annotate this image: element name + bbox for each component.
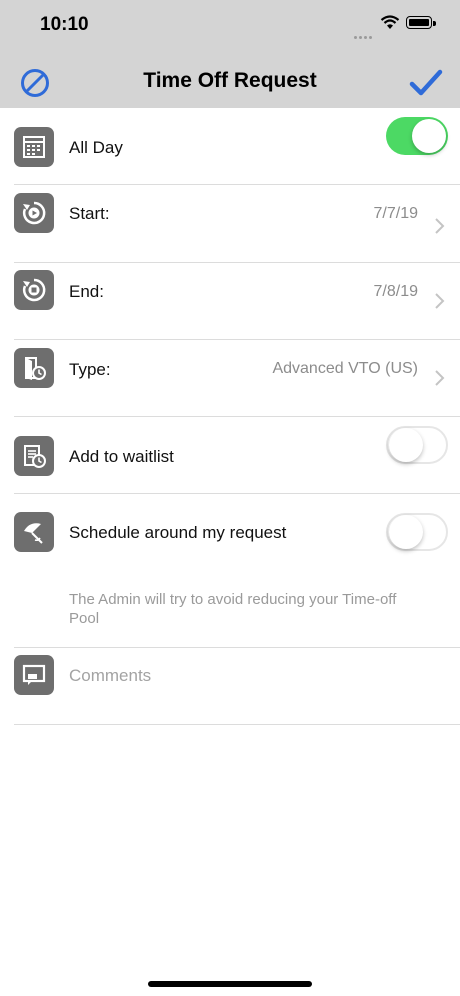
end-label: End: (69, 282, 104, 301)
calendar-icon (14, 127, 54, 167)
all-day-label: All Day (69, 138, 123, 157)
door-clock-icon (14, 348, 54, 388)
comment-icon (14, 655, 54, 695)
end-value: 7/8/19 (373, 283, 418, 300)
chevron-right-icon (435, 370, 445, 386)
chevron-right-icon (435, 218, 445, 234)
play-clock-icon (14, 193, 54, 233)
comments-input[interactable]: Comments (69, 666, 151, 686)
checkmark-icon (409, 69, 443, 96)
type-label: Type: (69, 360, 111, 379)
stop-clock-icon (14, 270, 54, 310)
all-day-toggle[interactable] (386, 117, 448, 155)
wifi-icon (380, 15, 400, 29)
start-value: 7/7/19 (373, 205, 418, 222)
status-time: 10:10 (40, 14, 89, 35)
row-schedule-around: Schedule around my request (0, 494, 460, 570)
row-end[interactable]: End: 7/8/19 (0, 263, 460, 339)
confirm-button[interactable] (408, 66, 444, 100)
start-label: Start: (69, 204, 110, 223)
signal-icon (354, 26, 376, 39)
row-comments (0, 648, 460, 724)
battery-icon (406, 16, 436, 29)
navigation-bar: Time Off Request (0, 56, 460, 108)
list-clock-icon (14, 436, 54, 476)
chevron-right-icon (435, 293, 445, 309)
divider (14, 724, 460, 725)
page-title: Time Off Request (143, 69, 317, 92)
umbrella-icon (14, 512, 54, 552)
schedule-around-toggle[interactable] (386, 513, 448, 551)
row-all-day: All Day (0, 108, 460, 184)
status-bar: 10:10 (0, 0, 460, 56)
row-type[interactable]: Type: Advanced VTO (US) (0, 340, 460, 416)
home-indicator[interactable] (148, 981, 312, 987)
schedule-around-label: Schedule around my request (69, 523, 287, 542)
row-start[interactable]: Start: 7/7/19 (0, 185, 460, 261)
schedule-hint-text: The Admin will try to avoid reducing you… (69, 591, 397, 627)
type-value: Advanced VTO (US) (272, 360, 418, 377)
waitlist-toggle[interactable] (386, 426, 448, 464)
waitlist-label: Add to waitlist (69, 447, 174, 466)
row-waitlist: Add to waitlist (0, 417, 460, 493)
